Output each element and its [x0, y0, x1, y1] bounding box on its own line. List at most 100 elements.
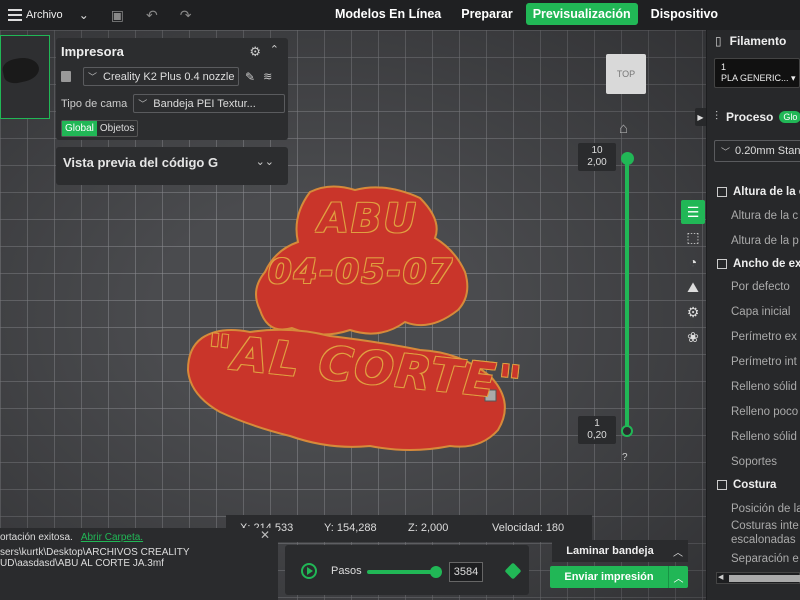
view-cube[interactable]: TOP	[606, 50, 648, 96]
save-icon[interactable]: ▣	[111, 7, 124, 24]
steps-slider-handle[interactable]	[430, 566, 442, 578]
speed-icon[interactable]: ◔	[681, 250, 705, 274]
layer-height-icon	[717, 187, 727, 197]
scope-toggle: Global Objetos	[61, 120, 139, 137]
steps-slider[interactable]	[367, 570, 437, 574]
play-icon[interactable]	[301, 563, 317, 579]
process-title: Proceso	[726, 109, 774, 124]
param-sparse-infill[interactable]: Relleno poco	[731, 406, 798, 418]
printer-select[interactable]: ﹀ Creality K2 Plus 0.4 nozzle	[83, 67, 239, 86]
bed-type-label: Tipo de cama	[61, 97, 128, 110]
collapse-icon[interactable]: ⌃	[270, 43, 279, 56]
chevron-down-icon: ﹀	[721, 146, 731, 157]
tab-online-models[interactable]: Modelos En Línea	[328, 3, 448, 25]
gear-icon[interactable]: ⚙	[249, 44, 261, 60]
settings-sidebar: ▯ Filamento 1 PLA GENERIC... ▾ ⫶ Proceso…	[706, 30, 800, 600]
menu-icon[interactable]	[8, 9, 22, 21]
chevron-down-icon: ﹀	[138, 99, 148, 109]
param-default[interactable]: Por defecto	[731, 281, 790, 293]
param-solid-infill[interactable]: Relleno sólid	[731, 381, 797, 393]
process-global-toggle[interactable]: Glo	[779, 110, 800, 123]
bottom-layer-box: 1 0,20	[578, 416, 616, 444]
top-layer-box: 10 2,00	[578, 143, 616, 171]
printer-icon	[61, 71, 71, 82]
support-icon[interactable]: ⛰	[681, 275, 705, 299]
speed-readout: Velocidad: 180	[492, 522, 565, 534]
send-print-button[interactable]: Enviar impresión	[550, 566, 668, 588]
layers-tool-icon[interactable]: ☰	[681, 200, 705, 224]
home-icon[interactable]: ⌂	[619, 120, 628, 137]
param-initial-layer[interactable]: Capa inicial	[731, 306, 790, 318]
model-text-line1: ABU	[318, 196, 418, 242]
clover-icon[interactable]: ❀	[681, 325, 705, 349]
close-icon[interactable]: ✕	[260, 529, 270, 541]
filament-slot-index: 1	[721, 62, 727, 72]
bottom-layer-height: 0,20	[587, 430, 607, 441]
param-supports[interactable]: Soportes	[731, 456, 777, 468]
steps-value-input[interactable]: 3584	[449, 562, 483, 582]
chevron-up-icon[interactable]: ︿	[668, 566, 688, 588]
model-text-line2: 04-05-07	[268, 252, 455, 292]
param-staggered-seams-2: escalonadas	[731, 534, 796, 546]
param-staggered-seams[interactable]: Costuras inte	[731, 520, 799, 532]
file-menu[interactable]: Archivo	[26, 9, 63, 21]
slice-plate-button[interactable]: Laminar bandeja	[552, 540, 668, 562]
section-line-width[interactable]: Ancho de ex	[717, 258, 800, 270]
line-width-icon	[717, 259, 727, 269]
open-folder-link[interactable]: Abrir Carpeta.	[81, 532, 143, 543]
tab-prepare[interactable]: Preparar	[454, 3, 519, 25]
layer-slider-bottom-handle[interactable]	[621, 425, 633, 437]
coordinates-bar: X: 214,533 Y: 154,288 Z: 2,000 Velocidad…	[226, 515, 592, 542]
filament-slot-name: PLA GENERIC... ▾	[721, 73, 796, 83]
tab-device[interactable]: Dispositivo	[644, 3, 725, 25]
redo-icon[interactable]: ↷	[180, 7, 192, 24]
settings-tool-icon[interactable]: ⚙	[681, 300, 705, 324]
scope-objects[interactable]: Objetos	[97, 121, 137, 136]
chevron-up-icon[interactable]: ︿	[668, 540, 688, 562]
scrollbar-thumb[interactable]	[729, 575, 800, 582]
expand-icon[interactable]: ⌄⌄	[256, 155, 274, 168]
filament-slot[interactable]: 1 PLA GENERIC... ▾	[714, 58, 800, 88]
steps-control: Pasos 3584	[285, 545, 529, 595]
printer-panel: Impresora ⚙ ⌃ ﹀ Creality K2 Plus 0.4 noz…	[56, 38, 288, 140]
dotted-square-icon[interactable]: ⬚	[681, 225, 705, 249]
notice-path-1: sers\kurtk\Desktop\ARCHIVOS CREALITY	[0, 547, 190, 558]
section-seam[interactable]: Costura	[717, 479, 776, 491]
notice-text: ortación exitosa.	[0, 532, 73, 543]
tab-preview[interactable]: Previsualización	[525, 3, 638, 25]
gcode-preview-panel[interactable]: Vista previa del código G ⌄⌄	[56, 147, 288, 185]
param-seam-position[interactable]: Posición de la	[731, 503, 800, 515]
layer-slider-top-handle[interactable]	[621, 152, 634, 165]
param-outer-wall[interactable]: Perímetro ex	[731, 331, 797, 343]
bottom-layer-number: 1	[594, 418, 600, 429]
notice-path-2: UD\aasdasd\ABU AL CORTE JA.3mf	[0, 558, 164, 569]
section-layer-height[interactable]: Altura de la c	[717, 186, 800, 198]
undo-icon[interactable]: ↶	[146, 7, 158, 24]
param-top-solid-infill[interactable]: Relleno sólid	[731, 431, 797, 443]
wifi-icon[interactable]: ≋	[263, 70, 272, 83]
param-inner-wall[interactable]: Perímetro int	[731, 356, 797, 368]
gcode-preview-title: Vista previa del código G	[63, 155, 219, 170]
sidebar-scrollbar[interactable]: ◀	[716, 572, 800, 584]
param-first-layer-height[interactable]: Altura de la p	[731, 235, 799, 247]
layer-slider-track[interactable]	[625, 158, 629, 432]
collapse-sidebar-icon[interactable]: ▶	[695, 108, 706, 126]
export-notice: ortación exitosa. Abrir Carpeta. sers\kur…	[0, 528, 278, 600]
side-toolbar: ☰ ⬚ ◔ ⛰ ⚙ ❀	[681, 200, 705, 350]
param-layer-height[interactable]: Altura de la c	[731, 210, 798, 222]
chevron-down-icon: ﹀	[88, 72, 98, 82]
param-seam-gap[interactable]: Separación e	[731, 553, 799, 565]
chevron-down-icon[interactable]: ⌄	[79, 8, 89, 22]
cube-icon[interactable]	[504, 562, 522, 580]
plate-thumbnail[interactable]	[0, 35, 50, 119]
bed-type-select[interactable]: ﹀ Bandeja PEI Textur...	[133, 94, 286, 113]
steps-label: Pasos	[331, 565, 362, 577]
edit-icon[interactable]: ✎	[245, 70, 255, 84]
process-profile-select[interactable]: ﹀ 0.20mm Stan	[714, 140, 800, 162]
help-icon[interactable]: ?	[622, 452, 628, 463]
scroll-left-icon[interactable]: ◀	[718, 573, 723, 581]
scope-global[interactable]: Global	[62, 121, 97, 136]
coord-z: Z: 2,000	[408, 522, 449, 534]
view-cube-top[interactable]: TOP	[606, 54, 646, 94]
filament-title: Filamento	[729, 34, 787, 48]
